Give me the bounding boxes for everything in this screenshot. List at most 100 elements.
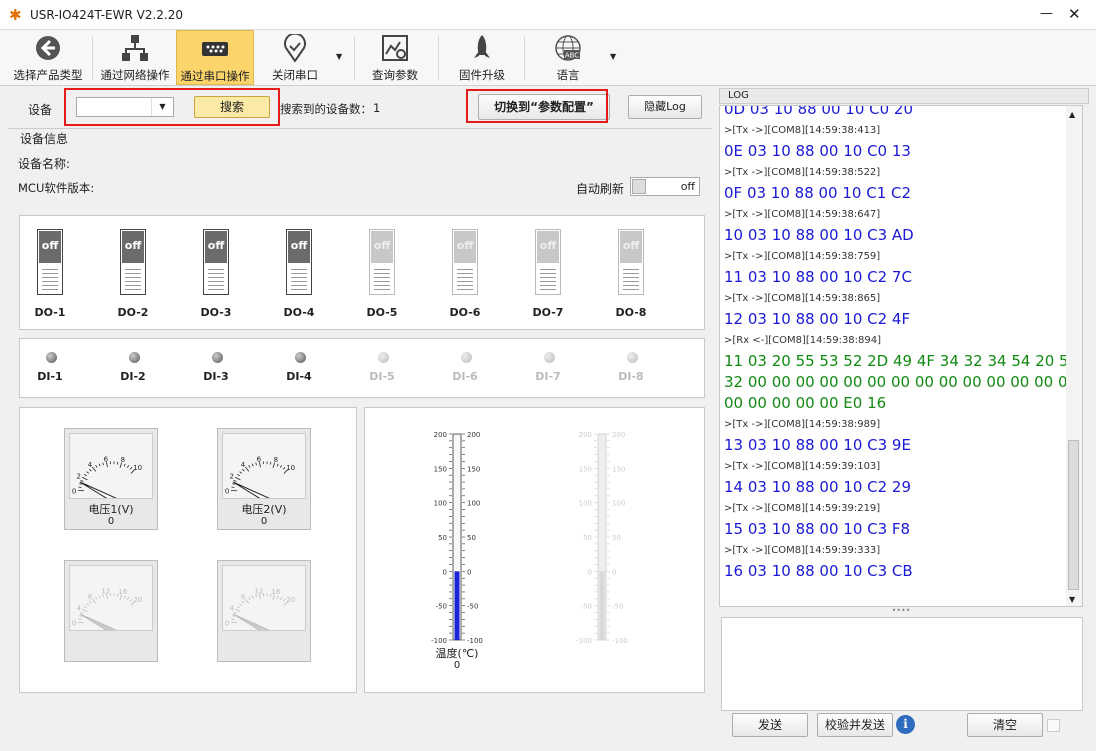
clear-button[interactable]: 清空 xyxy=(967,713,1043,737)
disabled-gauge-4: 0 4 8 12 16 20 xyxy=(217,560,311,662)
di-led-3 xyxy=(212,352,223,363)
thermo-tick-label: -50 xyxy=(581,603,592,611)
network-operate-button[interactable]: 通过网络操作 xyxy=(96,30,174,85)
info-icon[interactable]: i xyxy=(896,715,915,734)
do-label: DO-4 xyxy=(283,306,315,319)
send-button[interactable]: 发送 xyxy=(732,713,808,737)
select-product-button[interactable]: 选择产品类型 xyxy=(8,30,88,85)
switch-state: off xyxy=(371,231,393,263)
thermo-tick-label: 150 xyxy=(612,465,625,473)
chevron-down-icon[interactable]: ▼ xyxy=(610,52,616,61)
log-entry: 0F 03 10 88 00 10 C1 C2 xyxy=(724,184,912,202)
gauge-tick-label: 2 xyxy=(76,473,80,481)
clear-checkbox[interactable] xyxy=(1047,719,1060,732)
thermo-title: 温度(℃) xyxy=(435,647,479,660)
close-button[interactable]: ✕ xyxy=(1068,5,1081,23)
toolbar-label: 查询参数 xyxy=(372,68,418,82)
serial-port-icon xyxy=(201,35,229,63)
query-params-button[interactable]: 查询参数 xyxy=(358,30,432,85)
thermo-tick-label: 100 xyxy=(434,500,447,508)
di-label: DI-1 xyxy=(37,370,63,383)
back-arrow-icon xyxy=(34,34,62,62)
gauge-tick-label: 4 xyxy=(229,605,234,613)
serial-operate-button[interactable]: 通过串口操作 xyxy=(176,30,254,85)
voltage-gauge-2: 0 2 4 6 8 10 电压2(V) 0 xyxy=(217,428,311,530)
log-header: LOG xyxy=(719,88,1089,104)
language-button[interactable]: ABC 语言 xyxy=(530,30,606,85)
di-label: DI-4 xyxy=(286,370,312,383)
thermo-tick-label: -100 xyxy=(576,637,592,645)
log-entry: >[Tx ->][COM8][14:59:39:103] xyxy=(724,461,881,472)
gauge-tick-label: 2 xyxy=(229,473,233,481)
network-icon xyxy=(121,34,149,62)
do-switch-8: off xyxy=(618,229,644,295)
log-entry: 13 03 10 88 00 10 C3 9E xyxy=(724,436,911,454)
do-panel: off DO-1 off DO-2 off DO-3 off DO-4 off DO-5 off DO… xyxy=(19,215,705,330)
auto-refresh-toggle[interactable]: off xyxy=(630,177,700,196)
switch-state: off xyxy=(39,231,61,263)
check-send-button[interactable]: 校验并发送 xyxy=(817,713,893,737)
do-label: DO-3 xyxy=(200,306,232,319)
gauge-tick-label: 8 xyxy=(274,456,278,464)
gauge-tick-label: 6 xyxy=(257,455,262,463)
gauge-face: 048 12 16 20 xyxy=(222,565,306,631)
scroll-thumb[interactable] xyxy=(1068,440,1079,590)
gauge-title: 电压1(V) xyxy=(88,503,134,516)
log-entry: >[Tx ->][COM8][14:59:38:865] xyxy=(724,293,881,304)
di-label: DI-3 xyxy=(203,370,229,383)
switch-state: off xyxy=(205,231,227,263)
di-led-4 xyxy=(295,352,306,363)
gauge-tick-label: 12 xyxy=(101,587,110,595)
gauge-tick-label: 20 xyxy=(133,596,142,604)
log-entry: 0E 03 10 88 00 10 C0 13 xyxy=(724,142,911,160)
do-switch-1[interactable]: off xyxy=(37,229,63,295)
chevron-down-icon[interactable]: ▼ xyxy=(336,52,342,61)
di-label: DI-2 xyxy=(120,370,146,383)
di-led-6 xyxy=(461,352,472,363)
voltage-panel: 0 2 4 6 8 10 电压1(V) 0 0 2 4 6 8 10 电压2(V) 0 0 4 8 12 1… xyxy=(19,407,357,693)
thermo-tick-label: 50 xyxy=(612,534,621,542)
toolbar: 选择产品类型 通过网络操作 通过串口操作 关闭串口 ▼ 查询参数 固件升级 AB… xyxy=(0,30,1096,86)
gauge-tick-label: 10 xyxy=(133,464,142,472)
do-switch-3[interactable]: off xyxy=(203,229,229,295)
device-info-header: 设备信息 xyxy=(8,128,712,146)
thermometer-svg: 200 200 150 150 100 100 50 50 0 0 -50 -50 -100 -100 20… xyxy=(431,431,628,645)
thermo-tick-label: -50 xyxy=(612,603,623,611)
firmware-upgrade-button[interactable]: 固件升级 xyxy=(444,30,520,85)
toolbar-label: 语言 xyxy=(556,68,580,82)
log-entry: >[Tx ->][COM8][14:59:38:522] xyxy=(724,167,881,178)
gauge-value: 0 xyxy=(260,516,268,527)
toolbar-label: 选择产品类型 xyxy=(13,68,83,82)
do-switch-4[interactable]: off xyxy=(286,229,312,295)
toggle-state: off xyxy=(680,180,695,193)
gauge-tick-label: 4 xyxy=(88,461,93,469)
log-entry: 0D 03 10 88 00 10 C0 20 xyxy=(724,105,914,118)
log-entry: 11 03 20 55 53 52 2D 49 4F 34 32 34 54 2… xyxy=(724,352,1079,370)
gauge-tick-label: 0 xyxy=(225,487,229,495)
log-entry: >[Tx ->][COM8][14:59:38:413] xyxy=(724,125,881,136)
log-entry: >[Tx ->][COM8][14:59:38:759] xyxy=(724,251,881,262)
hide-log-button[interactable]: 隐藏Log xyxy=(628,95,702,119)
switch-state: off xyxy=(288,231,310,263)
thermo-tick-label: 0 xyxy=(467,568,471,576)
send-input[interactable] xyxy=(721,617,1083,711)
switch-state: off xyxy=(454,231,476,263)
mcu-version-label: MCU软件版本: xyxy=(18,181,95,195)
log-title: LOG xyxy=(728,90,749,101)
do-switch-2[interactable]: off xyxy=(120,229,146,295)
thermo-tick-label: 200 xyxy=(579,431,592,439)
log-entry: >[Rx <-][COM8][14:59:38:894] xyxy=(724,335,882,346)
splitter-handle[interactable]: •••• xyxy=(720,607,1082,617)
thermo-tick-label: 100 xyxy=(579,500,592,508)
close-serial-button[interactable]: 关闭串口 xyxy=(258,30,332,85)
toolbar-label: 通过串口操作 xyxy=(180,69,250,83)
thermo-tick-label: 150 xyxy=(434,465,447,473)
log-scrollbar[interactable]: ▲ ▼ xyxy=(1066,106,1082,606)
thermo-tick-label: 200 xyxy=(612,431,625,439)
do-label: DO-6 xyxy=(449,306,481,319)
disabled-gauge-3: 0 4 8 12 16 20 xyxy=(64,560,158,662)
minimize-button[interactable]: — xyxy=(1040,6,1053,21)
thermo-tick-label: 50 xyxy=(583,534,592,542)
gauge-tick-label: 0 xyxy=(72,619,76,627)
di-led-5 xyxy=(378,352,389,363)
